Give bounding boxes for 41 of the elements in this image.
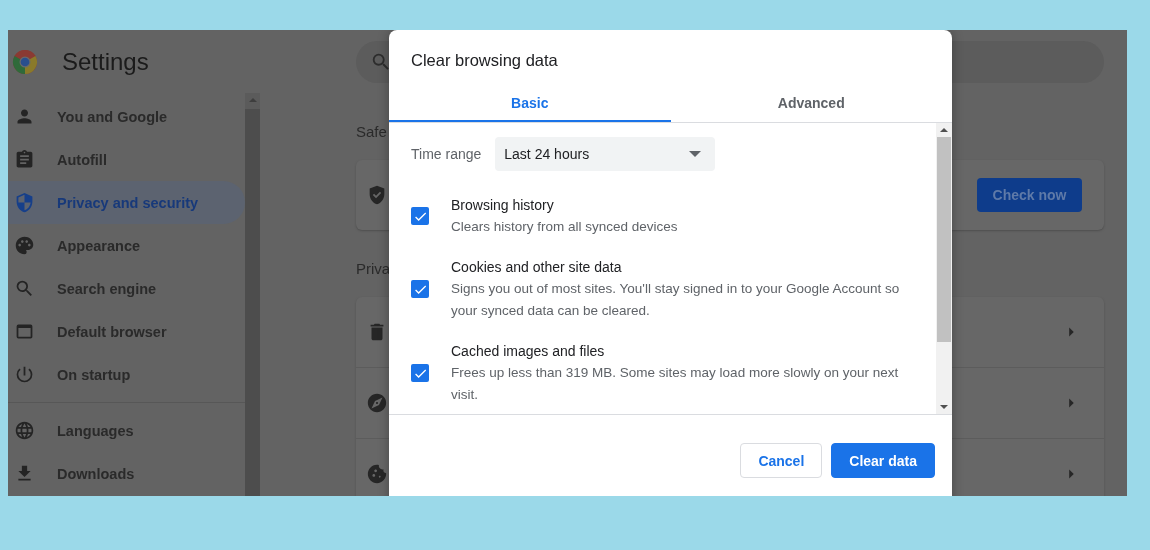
compass-icon [366,392,388,414]
dialog-title: Clear browsing data [410,50,559,71]
check-now-button[interactable]: Check now [977,178,1082,212]
checkbox[interactable] [411,364,429,382]
scrollbar[interactable] [936,123,952,414]
tab[interactable]: Advanced [670,85,952,122]
time-range-select[interactable]: Last 24 hours [495,137,716,171]
sidebar-item[interactable]: Downloads [8,452,245,495]
sidebar-item[interactable]: Appearance [8,224,245,267]
field-label: Time range [411,146,482,162]
option-description: Frees up less than 319 MB. Some sites may load more slowly on your next visit. [451,364,900,404]
section-heading: Safe [356,123,387,140]
cancel-button[interactable]: Cancel [740,443,823,478]
page-title: Settings [62,47,149,76]
tab[interactable]: Basic [389,85,671,122]
sidebar-item[interactable]: Search engine [8,267,245,310]
sidebar-item[interactable]: Languages [8,409,245,452]
sidebar-item[interactable]: Privacy and security [8,181,245,224]
shield-icon [14,192,35,213]
power-icon [14,364,35,385]
option-title: Cookies and other site data [451,258,623,277]
option-description: Signs you out of most sites. You'll stay signed in to your Google Account so your synced data can be cleared. [451,280,901,320]
sidebar-item[interactable]: Autofill [8,138,245,181]
scrollbar[interactable] [245,93,260,496]
palette-icon [14,235,35,256]
clear-data-button[interactable]: Clear data [831,443,935,478]
search-icon [14,278,35,299]
sidebar-item[interactable]: Default browser [8,310,245,353]
clipboard-icon [14,149,35,170]
dropdown-icon [689,151,702,157]
checkbox[interactable] [411,280,429,298]
checkbox[interactable] [411,207,429,225]
section-heading: Priva [356,260,391,277]
chrome-logo-icon [12,48,38,75]
option-description: Clears history from all synced devices [451,218,679,236]
option-title: Browsing history [451,196,555,215]
cookie-icon [366,463,388,485]
option-title: Cached images and files [451,342,606,361]
sidebar-item[interactable]: On startup [8,353,245,396]
globe-icon [14,420,35,441]
sidebar-item[interactable]: You and Google [8,95,245,138]
